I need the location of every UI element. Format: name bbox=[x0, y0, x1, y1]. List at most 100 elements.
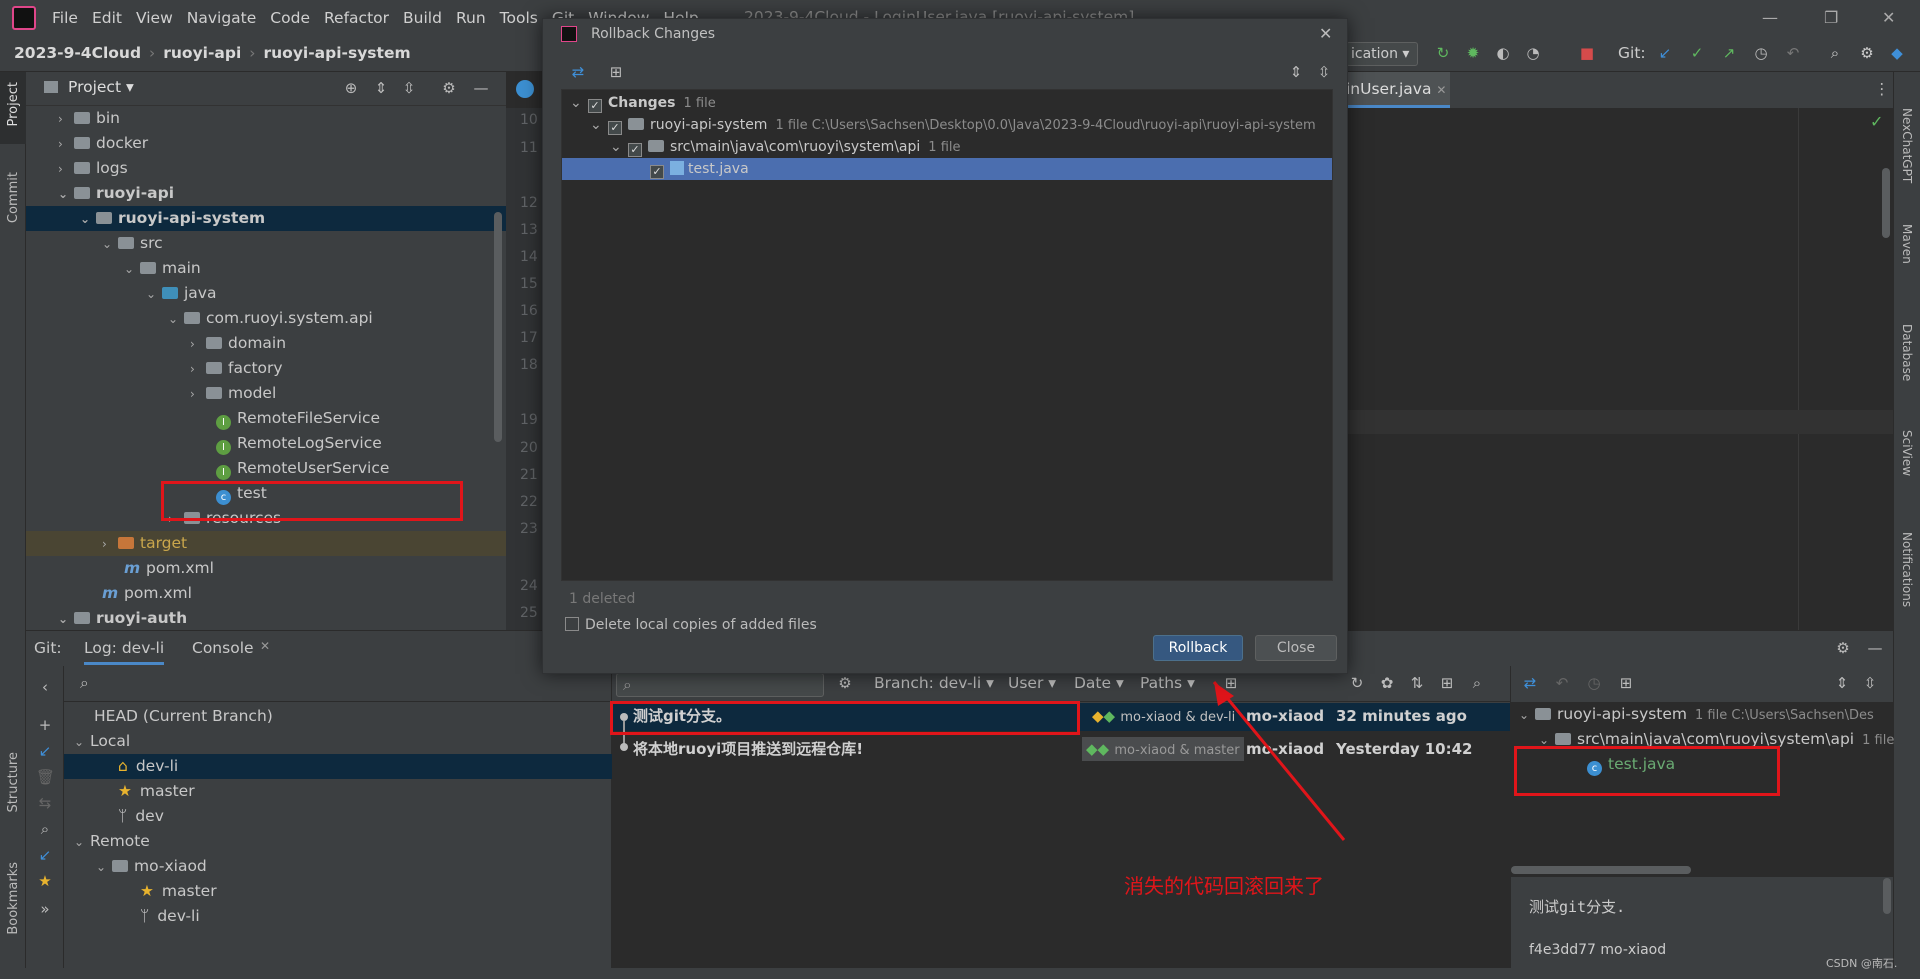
branch-master[interactable]: ★ master bbox=[118, 779, 195, 804]
tab-console[interactable]: Console bbox=[192, 639, 254, 657]
chevron-down-icon[interactable]: ⌄ bbox=[610, 136, 628, 158]
collapse-all-icon[interactable]: ⇳ bbox=[1861, 674, 1879, 692]
breadcrumb-module[interactable]: ruoyi-api bbox=[163, 44, 241, 62]
compare-icon[interactable]: ⇆ bbox=[36, 794, 54, 812]
breadcrumb-project[interactable]: 2023-9-4Cloud bbox=[14, 44, 141, 62]
file-row-test-java[interactable]: ✓ test.java bbox=[562, 158, 1332, 180]
stop-icon[interactable]: ■ bbox=[1578, 44, 1596, 62]
history-icon[interactable]: ◷ bbox=[1585, 674, 1603, 692]
tree-node-package[interactable]: ⌄ com.ruoyi.system.api bbox=[168, 306, 373, 331]
restore-icon[interactable]: ❐ bbox=[1824, 8, 1838, 27]
module-checkbox[interactable]: ✓ bbox=[608, 121, 622, 135]
menu-navigate[interactable]: Navigate bbox=[187, 9, 257, 27]
git-commit-icon[interactable]: ✓ bbox=[1688, 44, 1706, 62]
branch-search-bar[interactable]: ⌕ bbox=[64, 666, 612, 702]
chevron-down-icon[interactable]: ⌄ bbox=[58, 607, 74, 632]
database-tool-button[interactable]: Database bbox=[1900, 324, 1914, 381]
project-view-selector[interactable]: Project ▾ bbox=[68, 78, 134, 96]
chevron-down-icon[interactable]: ⌄ bbox=[570, 92, 588, 114]
graph-options-icon[interactable]: ⊞ bbox=[1438, 674, 1456, 692]
close-console-icon[interactable]: ✕ bbox=[260, 639, 270, 653]
tab-log-dev-li[interactable]: Log: dev-li bbox=[84, 639, 165, 665]
more-tabs-icon[interactable]: ⋮ bbox=[1874, 80, 1890, 98]
chevron-down-icon[interactable]: ⌄ bbox=[102, 232, 118, 257]
close-button[interactable]: Close bbox=[1255, 635, 1337, 661]
chevron-down-icon[interactable]: ⌄ bbox=[74, 730, 90, 755]
nexchatgpt-tool-button[interactable]: NexChatGPT bbox=[1900, 108, 1914, 183]
log-search-input[interactable]: ⌕ bbox=[616, 673, 824, 697]
delete-local-copies-option[interactable]: Delete local copies of added files bbox=[565, 617, 817, 633]
tree-node-remote-user-service[interactable]: I RemoteUserService bbox=[216, 456, 389, 481]
menu-refactor[interactable]: Refactor bbox=[324, 9, 389, 27]
menu-edit[interactable]: Edit bbox=[92, 9, 122, 27]
tree-node-target[interactable]: › target bbox=[26, 531, 506, 556]
tree-node-model[interactable]: › model bbox=[190, 381, 276, 406]
project-scrollbar[interactable] bbox=[494, 212, 502, 442]
commit-message[interactable]: 将本地ruoyi项目推送到远程仓库! bbox=[633, 736, 863, 763]
chevron-right-icon[interactable]: › bbox=[102, 532, 118, 557]
favorite-star-icon[interactable]: ★ bbox=[36, 872, 54, 890]
coverage-icon[interactable]: ◐ bbox=[1494, 44, 1512, 62]
branch-filter[interactable]: Branch: dev-li ▾ bbox=[874, 674, 994, 692]
tree-node-docker[interactable]: › docker bbox=[58, 131, 148, 156]
cherry-pick-icon[interactable]: ✿ bbox=[1378, 674, 1396, 692]
chevron-right-icon[interactable]: › bbox=[58, 132, 74, 157]
group-by-icon[interactable]: ⊞ bbox=[1617, 674, 1635, 692]
user-filter[interactable]: User ▾ bbox=[1008, 674, 1056, 692]
chevron-right-icon[interactable]: › bbox=[58, 107, 74, 132]
tree-node-ruoyi-api[interactable]: ⌄ ruoyi-api bbox=[58, 181, 174, 206]
branch-group-local[interactable]: ⌄ Local bbox=[74, 729, 130, 754]
chevron-down-icon[interactable]: ⌄ bbox=[168, 307, 184, 332]
run-config-select[interactable]: ication ▾ bbox=[1346, 42, 1418, 66]
settings-icon[interactable]: ⚙ bbox=[1858, 44, 1876, 62]
tree-node-ruoyi-api-system[interactable]: ⌄ ruoyi-api-system bbox=[26, 206, 506, 231]
date-filter[interactable]: Date ▾ bbox=[1074, 674, 1124, 692]
tree-node-pom-api[interactable]: m pom.xml bbox=[102, 581, 192, 606]
editor-scrollbar[interactable] bbox=[1882, 168, 1890, 238]
search-branch-icon[interactable]: ⌕ bbox=[36, 820, 54, 838]
changes-checkbox[interactable]: ✓ bbox=[588, 99, 602, 113]
tree-node-remote-log-service[interactable]: I RemoteLogService bbox=[216, 431, 382, 456]
remote-branch-dev-li[interactable]: ᛘ dev-li bbox=[140, 904, 200, 929]
tree-node-main[interactable]: ⌄ main bbox=[124, 256, 201, 281]
maven-tool-button[interactable]: Maven bbox=[1900, 224, 1914, 264]
close-dialog-icon[interactable]: ✕ bbox=[1319, 19, 1332, 49]
menu-run[interactable]: Run bbox=[456, 9, 486, 27]
branch-dev[interactable]: ᛘ dev bbox=[118, 804, 164, 829]
search-icon[interactable]: ⌕ bbox=[1826, 44, 1844, 62]
chevron-right-icon[interactable]: › bbox=[190, 382, 206, 407]
git-update-icon[interactable]: ↙ bbox=[1656, 44, 1674, 62]
chevron-left-icon[interactable]: ‹ bbox=[36, 678, 54, 696]
tree-node-java[interactable]: ⌄ java bbox=[146, 281, 216, 306]
collapse-all-icon[interactable]: ⇳ bbox=[400, 79, 418, 97]
tree-node-factory[interactable]: › factory bbox=[190, 356, 283, 381]
chevron-right-icon[interactable]: › bbox=[190, 357, 206, 382]
chevron-down-icon[interactable]: ⌄ bbox=[58, 182, 74, 207]
chevron-down-icon[interactable]: ⌄ bbox=[146, 282, 162, 307]
tab-loginuser[interactable]: inUser.java ✕ bbox=[1340, 72, 1450, 108]
git-push-icon[interactable]: ↗ bbox=[1720, 44, 1738, 62]
project-tool-button[interactable]: Project bbox=[6, 82, 21, 126]
chevron-down-icon[interactable]: ⌄ bbox=[74, 830, 90, 855]
log-settings-icon[interactable]: ⚙ bbox=[836, 674, 854, 692]
new-branch-icon[interactable]: + bbox=[36, 716, 54, 734]
minimize-icon[interactable]: — bbox=[1762, 8, 1778, 27]
chevron-right-icon[interactable]: › bbox=[190, 332, 206, 357]
breadcrumb-submodule[interactable]: ruoyi-api-system bbox=[264, 44, 411, 62]
chevron-down-icon[interactable]: ⌄ bbox=[96, 855, 112, 880]
search-log-icon[interactable]: ⌕ bbox=[1468, 674, 1486, 692]
tree-node-remote-file-service[interactable]: I RemoteFileService bbox=[216, 406, 380, 431]
tree-node-logs[interactable]: › logs bbox=[58, 156, 128, 181]
hide-panel-icon[interactable]: — bbox=[472, 79, 490, 97]
path-checkbox[interactable]: ✓ bbox=[628, 143, 642, 157]
menu-code[interactable]: Code bbox=[270, 9, 310, 27]
menu-view[interactable]: View bbox=[136, 9, 173, 27]
chevron-down-icon[interactable]: ⌄ bbox=[80, 207, 96, 232]
rerun-icon[interactable]: ↻ bbox=[1434, 44, 1452, 62]
git-settings-icon[interactable]: ⚙ bbox=[1834, 639, 1852, 657]
delete-copies-checkbox[interactable] bbox=[565, 617, 579, 631]
details-scrollbar[interactable] bbox=[1883, 878, 1891, 914]
expand-all-icon[interactable]: ⇕ bbox=[1287, 63, 1305, 81]
module-row[interactable]: ⌄ ✓ ruoyi-api-system 1 file C:\Users\Sachse… bbox=[590, 114, 1316, 136]
horizontal-scrollbar[interactable] bbox=[1511, 866, 1691, 874]
